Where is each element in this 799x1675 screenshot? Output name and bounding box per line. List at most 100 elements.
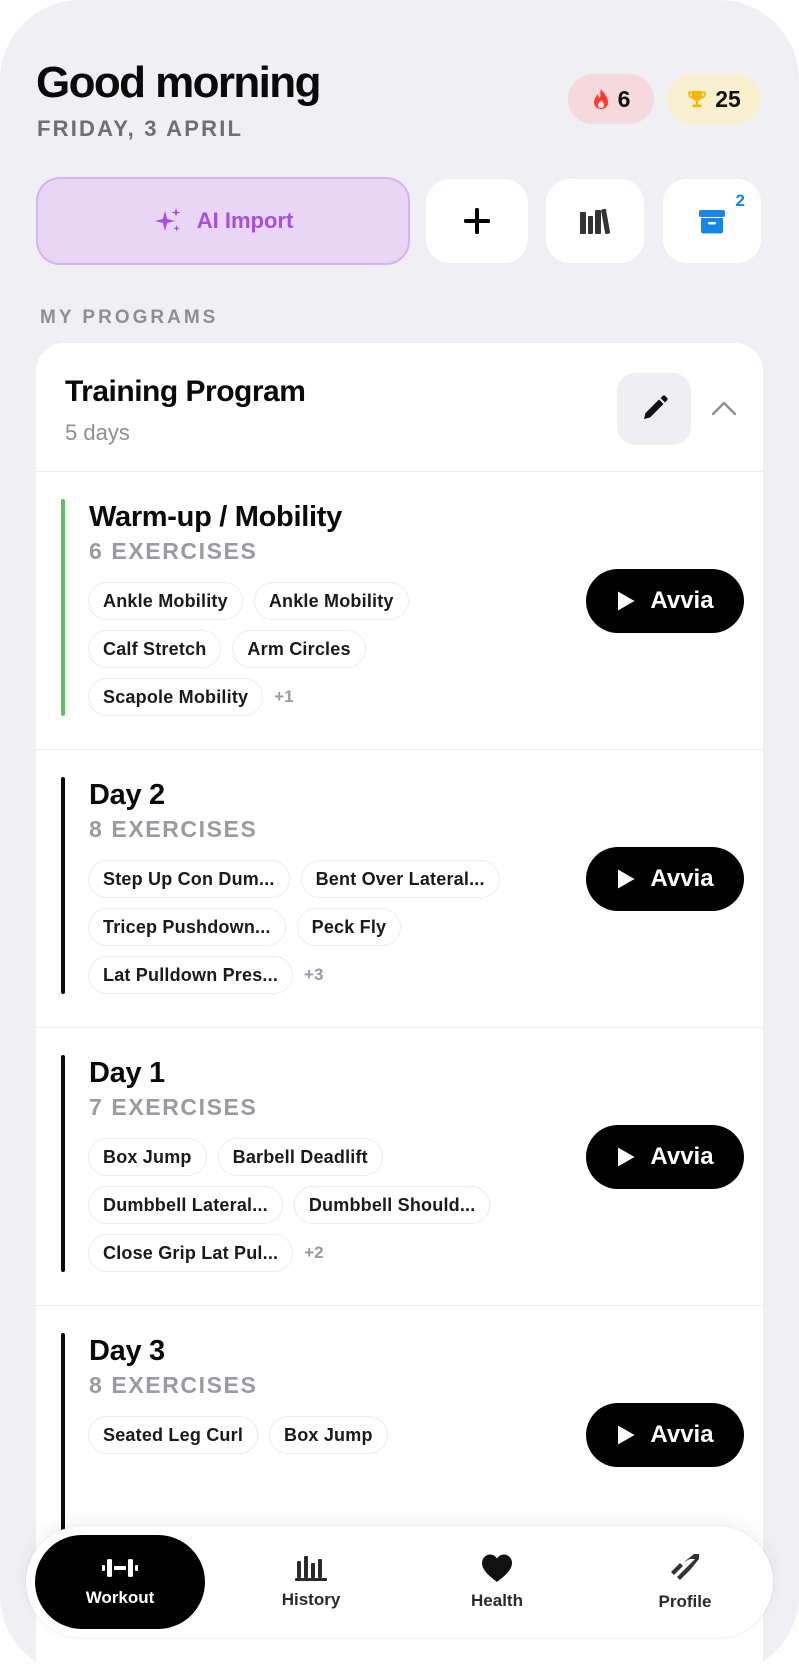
library-button[interactable] [546,179,644,263]
tag-row: Lat Pulldown Pres... +3 [88,956,528,994]
tag-row: Close Grip Lat Pul... +2 [88,1234,528,1272]
exercise-tag: Tricep Pushdown... [88,908,286,946]
exercise-tag: Calf Stretch [88,630,222,668]
day-accent-bar [61,1333,65,1550]
archive-count-badge: 2 [735,191,745,210]
archive-button[interactable]: 2 [663,179,761,263]
tag-row: Seated Leg Curl Box Jump [88,1416,528,1454]
program-title: Training Program [65,375,306,408]
exercise-tag: Ankle Mobility [253,582,409,620]
tab-health-label: Health [471,1591,523,1610]
exercise-tag: Arm Circles [232,630,366,668]
program-card: Training Program 5 days Warm-up / Mobili… [36,343,763,1675]
bar-chart-icon [295,1556,327,1581]
exercise-tag: Box Jump [88,1138,207,1176]
program-day[interactable]: Day 2 8 EXERCISES Step Up Con Dum... Bent O… [36,749,763,1046]
start-workout-label: Avvia [650,865,714,892]
tab-health[interactable]: Health [422,1535,572,1629]
exercise-tag: Ankle Mobility [88,582,243,620]
ai-import-label: AI Import [196,208,294,233]
trophy-badge[interactable]: 25 [667,74,761,124]
program-subtitle: 5 days [65,420,130,445]
exercise-count: 6 EXERCISES [89,538,258,564]
exercise-count: 7 EXERCISES [89,1094,258,1120]
play-icon [618,1425,635,1445]
dumbbell-icon [102,1559,138,1577]
exercise-count: 8 EXERCISES [89,816,258,842]
exercise-tags: Seated Leg Curl Box Jump [88,1416,528,1464]
sparkles-icon [154,208,181,232]
exercise-tags: Box Jump Barbell Deadlift Dumbbell Lateral… [88,1138,528,1282]
tab-profile[interactable]: Profile [610,1535,760,1629]
start-workout-button[interactable]: Avvia [586,1125,744,1189]
section-label: MY PROGRAMS [40,307,219,328]
exercise-tag: Step Up Con Dum... [88,860,290,898]
tab-workout[interactable]: Workout [35,1535,205,1629]
tag-row: Step Up Con Dum... Bent Over Lateral... [88,860,528,898]
program-day[interactable]: Day 1 7 EXERCISES Box Jump Barbell Deadlift… [36,1027,763,1324]
more-exercises-count: +2 [304,1243,324,1262]
day-title: Warm-up / Mobility [89,501,342,533]
exercise-tag: Dumbbell Lateral... [88,1186,283,1224]
day-title: Day 2 [89,779,165,811]
exercise-count: 8 EXERCISES [89,1372,258,1398]
plus-icon [464,208,490,234]
exercise-tag: Barbell Deadlift [217,1138,383,1176]
tab-history[interactable]: History [236,1535,386,1629]
trophy-icon [688,91,707,108]
date-label: FRIDAY, 3 APRIL [37,116,244,141]
tag-row: Scapole Mobility +1 [88,678,528,716]
tag-row: Ankle Mobility Ankle Mobility [88,582,528,620]
day-accent-bar [61,1055,65,1272]
streak-badge[interactable]: 6 [568,74,654,124]
chevron-up-icon [711,401,737,416]
play-icon [618,591,635,611]
tab-profile-label: Profile [658,1592,712,1611]
add-program-button[interactable] [426,179,528,263]
archive-icon [699,210,725,234]
greeting-title: Good morning [36,58,321,107]
start-workout-button[interactable]: Avvia [586,569,744,633]
exercise-tag: Lat Pulldown Pres... [88,956,294,994]
tab-workout-label: Workout [85,1588,155,1607]
more-exercises-count: +1 [274,687,294,706]
ai-import-button[interactable]: AI Import [36,177,410,265]
day-title: Day 3 [89,1335,165,1367]
heart-icon [482,1554,512,1582]
app-screen: Good morning FRIDAY, 3 APRIL 6 25 AI Imp… [0,0,799,1675]
tag-row: Calf Stretch Arm Circles [88,630,528,668]
tag-row: Tricep Pushdown... Peck Fly [88,908,528,946]
play-icon [618,1147,635,1167]
start-workout-label: Avvia [650,1143,714,1170]
books-icon [580,208,611,234]
tab-history-label: History [281,1590,341,1609]
start-workout-button[interactable]: Avvia [586,1403,744,1467]
exercise-tag: Close Grip Lat Pul... [88,1234,294,1272]
start-workout-label: Avvia [650,1421,714,1448]
exercise-tags: Ankle Mobility Ankle Mobility Calf Stretch… [88,582,528,726]
edit-program-button[interactable] [617,373,691,445]
profile-icon [671,1554,699,1580]
bottom-tab-bar: Workout History Health Profile [26,1526,773,1638]
exercise-tag: Peck Fly [296,908,402,946]
trophy-count: 25 [715,85,741,112]
streak-count: 6 [617,85,631,112]
exercise-tag: Dumbbell Should... [293,1186,491,1224]
flame-icon [593,89,608,109]
play-icon [618,869,635,889]
collapse-program-button[interactable] [704,388,744,428]
exercise-tag: Seated Leg Curl [88,1416,259,1454]
pencil-icon [644,395,668,419]
tag-row: Box Jump Barbell Deadlift [88,1138,528,1176]
exercise-tag: Scapole Mobility [88,678,264,716]
tag-row: Dumbbell Lateral... Dumbbell Should... [88,1186,528,1224]
exercise-tag: Box Jump [269,1416,388,1454]
program-day[interactable]: Warm-up / Mobility 6 EXERCISES Ankle Mobil… [36,471,763,768]
day-accent-bar [61,499,65,716]
exercise-tag: Bent Over Lateral... [300,860,500,898]
more-exercises-count: +3 [304,965,324,984]
day-accent-bar [61,777,65,994]
start-workout-label: Avvia [650,587,714,614]
day-title: Day 1 [89,1057,165,1089]
start-workout-button[interactable]: Avvia [586,847,744,911]
